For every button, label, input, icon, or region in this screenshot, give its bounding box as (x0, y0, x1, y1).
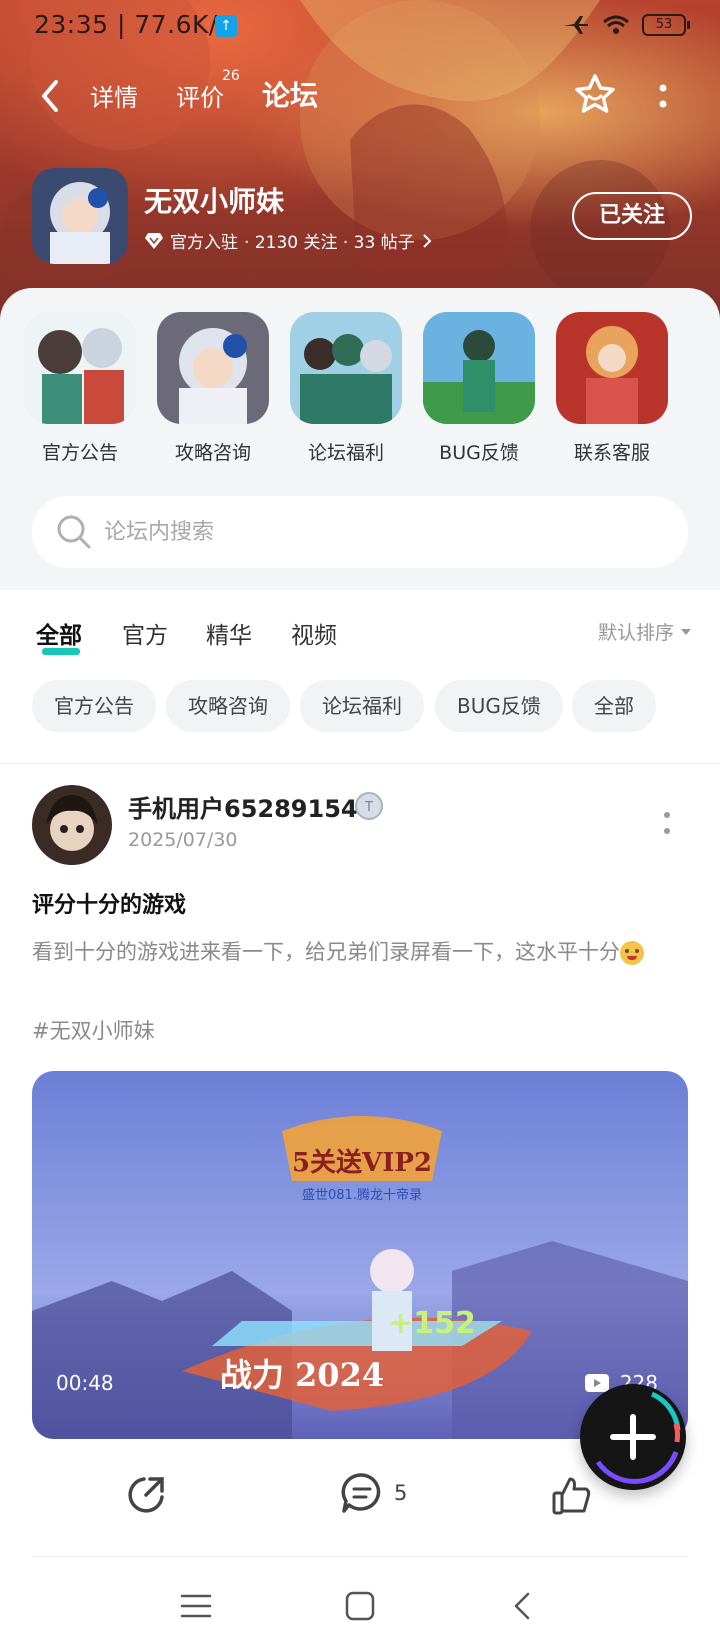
post-username[interactable]: 手机用户65289154 (128, 789, 358, 824)
category-label: 联系客服 (573, 442, 650, 464)
category-row: 官方公告 攻略咨询 论坛福利 BUG反馈 联系客服 (24, 312, 720, 465)
comment-icon (341, 1473, 381, 1513)
home-icon[interactable] (342, 1588, 378, 1624)
review-count-badge: 26 (222, 68, 240, 84)
upload-arrow-icon: ↑ (215, 15, 237, 37)
category-contact-support[interactable]: 联系客服 (556, 312, 668, 465)
chip-strategy-consult[interactable]: 攻略咨询 (166, 680, 290, 732)
chip-all[interactable]: 全部 (572, 680, 656, 732)
official-label: 官方入驻 (170, 233, 238, 253)
forum-header: 23:35 | 77.6K/s ↑ 53 详情 评价 26 论坛 无双小师妹 官… (0, 0, 720, 320)
filter-section: 全部 官方 精华 视频 默认排序 官方公告 攻略咨询 论坛福利 BUG反馈 全部 (0, 590, 720, 764)
tab-detail[interactable]: 详情 (90, 78, 138, 113)
chip-bug-feedback[interactable]: BUG反馈 (435, 680, 563, 732)
category-bug-feedback[interactable]: BUG反馈 (423, 312, 535, 465)
category-official-announcements[interactable]: 官方公告 (24, 312, 136, 465)
comment-button[interactable]: 5 (340, 1471, 407, 1515)
forum-search[interactable] (32, 496, 688, 568)
chip-official-announcements[interactable]: 官方公告 (32, 680, 156, 732)
filter-tab-featured[interactable]: 精华 (206, 616, 252, 650)
filter-tab-video[interactable]: 视频 (291, 616, 337, 650)
emoji-icon (620, 941, 644, 965)
search-icon (57, 515, 91, 549)
sort-dropdown[interactable]: 默认排序 (598, 618, 692, 645)
category-label: 官方公告 (41, 442, 118, 464)
category-strategy-consult[interactable]: 攻略咨询 (157, 312, 269, 465)
category-image (24, 312, 136, 424)
category-label: BUG反馈 (439, 442, 519, 464)
category-label: 论坛福利 (307, 442, 384, 464)
video-overlay-power: 战力 2024 (220, 1356, 384, 1394)
level-badge-icon: T (355, 792, 383, 820)
category-image (290, 312, 402, 424)
category-label: 攻略咨询 (174, 442, 251, 464)
more-vertical-icon[interactable] (660, 809, 674, 839)
forum-board: 官方公告 攻略咨询 论坛福利 BUG反馈 联系客服 (0, 288, 720, 590)
video-overlay-bonus: +152 (388, 1306, 476, 1341)
status-time: 23:35 | 77.6K/s (34, 10, 232, 39)
create-post-button[interactable] (580, 1384, 686, 1490)
game-name: 无双小师妹 (144, 185, 285, 218)
avatar[interactable] (32, 785, 112, 865)
follow-button[interactable]: 已关注 (572, 192, 692, 240)
more-vertical-icon[interactable] (656, 82, 670, 112)
menu-icon[interactable] (178, 1588, 214, 1624)
category-image (157, 312, 269, 424)
top-nav: 详情 评价 26 论坛 (0, 62, 720, 132)
caret-down-icon (681, 628, 691, 635)
post-hashtag[interactable]: #无双小师妹 (32, 1015, 155, 1045)
category-forum-welfare[interactable]: 论坛福利 (290, 312, 402, 465)
status-icons: 53 (562, 14, 690, 36)
tab-forum[interactable]: 论坛 (262, 74, 318, 114)
video-overlay-subtitle: 盛世081.腾龙十帝录 (302, 1187, 422, 1203)
tag-chips: 官方公告 攻略咨询 论坛福利 BUG反馈 全部 (32, 680, 712, 732)
plus-icon (595, 1391, 681, 1484)
post-body-wrap: 看到十分的游戏进来看一下，给兄弟们录屏看一下，这水平十分 (32, 931, 692, 973)
video-overlay-title: 5关送VIP2 (292, 1148, 432, 1178)
post-body: 看到十分的游戏进来看一下，给兄弟们录屏看一下，这水平十分 (32, 940, 620, 964)
wifi-icon (603, 15, 629, 34)
divider (32, 1556, 688, 1557)
tab-review[interactable]: 评价 (176, 78, 224, 113)
chip-forum-welfare[interactable]: 论坛福利 (300, 680, 424, 732)
game-meta[interactable]: 官方入驻 · 2130 关注 · 33 帖子 (144, 228, 433, 253)
post-title: 评分十分的游戏 (32, 893, 187, 918)
back-arrow-icon[interactable] (34, 76, 68, 116)
diamond-icon (145, 232, 163, 249)
airplane-icon (564, 16, 588, 34)
game-stats: · 2130 关注 · 33 帖子 (244, 233, 415, 253)
post-date: 2025/07/30 (128, 829, 238, 851)
active-filter-indicator (42, 648, 80, 655)
game-info: 无双小师妹 官方入驻 · 2130 关注 · 33 帖子 已关注 (32, 168, 692, 264)
chevron-right-icon (423, 233, 432, 248)
sort-label: 默认排序 (597, 622, 674, 644)
comment-count: 5 (394, 1481, 408, 1505)
back-icon[interactable] (506, 1588, 542, 1624)
game-icon[interactable] (32, 168, 128, 264)
system-navigation-bar (0, 1562, 720, 1650)
category-image (423, 312, 535, 424)
category-image (556, 312, 668, 424)
search-input[interactable] (104, 510, 664, 554)
share-icon[interactable] (124, 1473, 168, 1517)
filter-tab-official[interactable]: 官方 (122, 616, 168, 650)
battery-indicator: 53 (642, 14, 690, 36)
video-duration: 00:48 (56, 1371, 114, 1395)
star-favorite-icon[interactable] (572, 72, 618, 118)
svg-text:T: T (364, 800, 373, 815)
status-bar: 23:35 | 77.6K/s ↑ 53 (0, 0, 720, 50)
filter-tab-all[interactable]: 全部 (36, 616, 82, 650)
